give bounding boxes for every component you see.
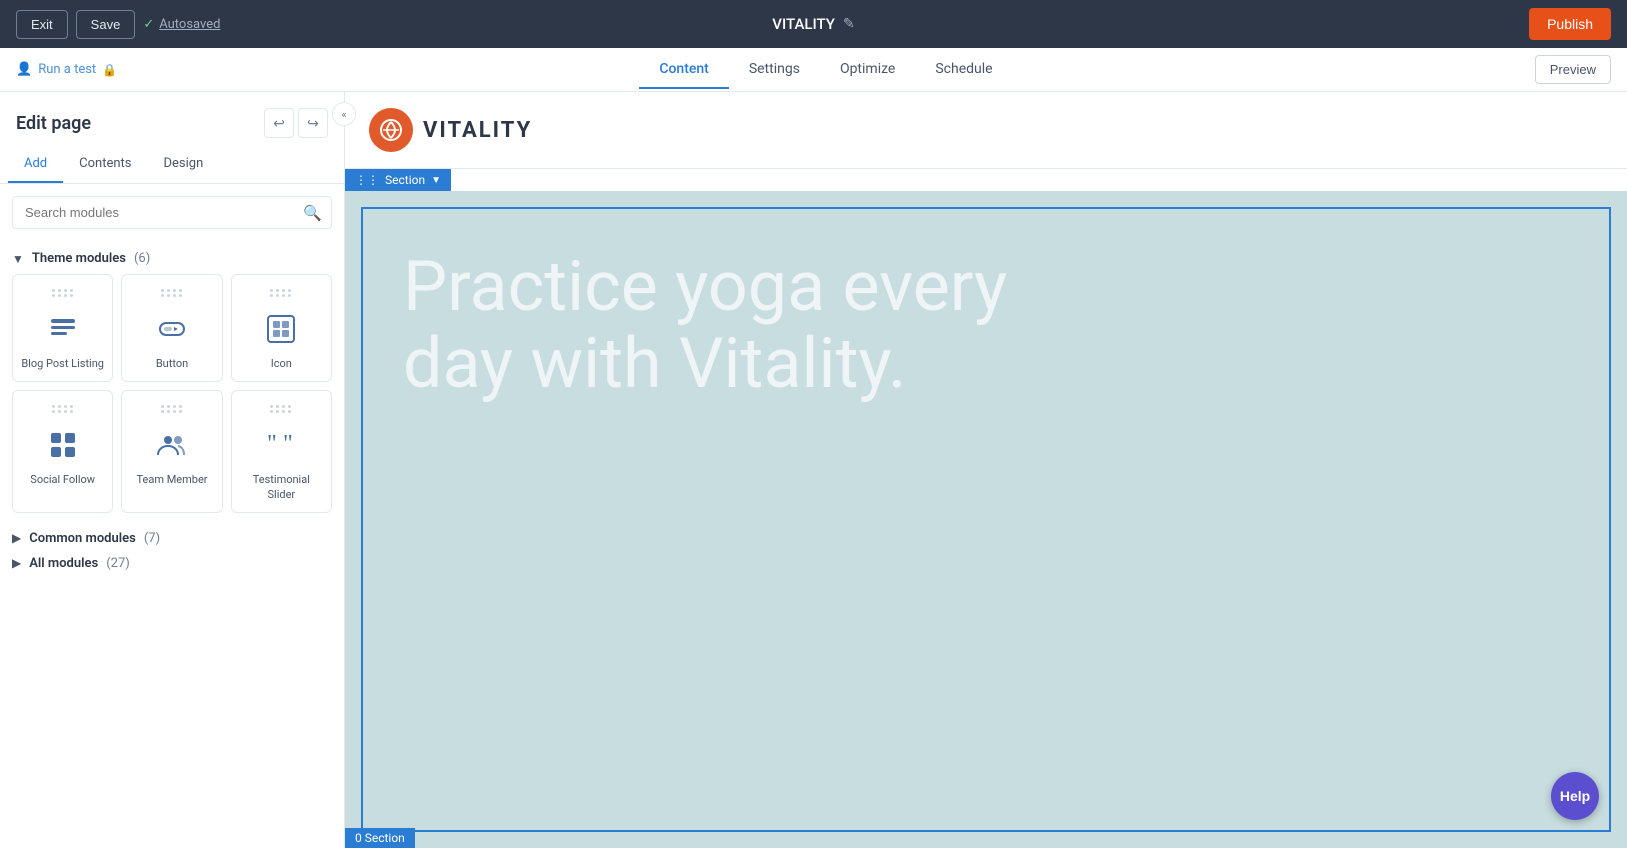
module-icon[interactable]: Icon: [231, 274, 332, 382]
drag-handle-team: [161, 405, 183, 413]
canvas-area: VITALITY ⋮⋮ Section ▼ Practice yoga ever…: [345, 92, 1627, 848]
search-input[interactable]: [12, 196, 332, 229]
run-test-area[interactable]: 👤 Run a test 🔒: [16, 62, 117, 77]
social-follow-icon: [43, 425, 83, 465]
module-icon-label: Icon: [271, 357, 292, 371]
save-button[interactable]: Save: [76, 10, 136, 39]
section-count-label: 0 Section: [345, 828, 415, 848]
lock-icon: 🔒: [102, 63, 117, 77]
panel-title: Edit page: [16, 113, 91, 134]
left-panel: « Edit page ↩ ↪ Add Contents Design 🔍 ▼ …: [0, 92, 345, 848]
panel-tab-add[interactable]: Add: [8, 146, 63, 183]
logo-circle: [369, 108, 413, 152]
drag-handle-social: [52, 405, 74, 413]
common-modules-header[interactable]: ▶ Common modules (7): [12, 525, 332, 550]
module-social-follow-label: Social Follow: [30, 473, 95, 487]
tab-schedule[interactable]: Schedule: [915, 51, 1012, 89]
undo-button[interactable]: ↩: [264, 108, 294, 138]
module-social-follow[interactable]: Social Follow: [12, 390, 113, 513]
top-bar: Exit Save ✓ Autosaved VITALITY ✎ Publish: [0, 0, 1627, 48]
common-modules-chevron: ▶: [12, 531, 21, 545]
drag-handle-icon: [270, 289, 292, 297]
module-button-label: Button: [156, 357, 188, 371]
section-dropdown-arrow[interactable]: ▼: [431, 175, 441, 186]
modules-area: ▼ Theme modules (6): [0, 237, 344, 848]
blog-post-listing-icon: [43, 309, 83, 349]
button-icon: [152, 309, 192, 349]
theme-modules-title: Theme modules: [32, 251, 126, 266]
team-member-icon: [152, 425, 192, 465]
section-count-wrapper: 0 Section: [345, 827, 415, 848]
module-testimonial-slider[interactable]: " " Testimonial Slider: [231, 390, 332, 513]
drag-handle-button: [161, 289, 183, 297]
icon-module-icon: [261, 309, 301, 349]
canvas-inner: VITALITY ⋮⋮ Section ▼ Practice yoga ever…: [345, 92, 1627, 848]
autosaved-indicator: ✓ Autosaved: [143, 17, 220, 32]
all-modules-header[interactable]: ▶ All modules (27): [12, 550, 332, 575]
all-modules-count: (27): [106, 556, 130, 571]
panel-actions: ↩ ↪: [264, 108, 328, 138]
top-bar-right: Publish: [1529, 8, 1611, 40]
module-team-member[interactable]: Team Member: [121, 390, 222, 513]
autosaved-link[interactable]: Autosaved: [159, 17, 220, 32]
module-team-member-label: Team Member: [136, 473, 207, 487]
help-button[interactable]: Help: [1551, 772, 1599, 820]
svg-text:": ": [267, 431, 277, 457]
hero-section: Practice yoga every day with Vitality. 0…: [345, 191, 1627, 848]
redo-button[interactable]: ↪: [298, 108, 328, 138]
search-area: 🔍: [0, 184, 344, 237]
all-modules-title: All modules: [29, 556, 98, 571]
module-blog-post-listing[interactable]: Blog Post Listing: [12, 274, 113, 382]
edit-icon[interactable]: ✎: [843, 16, 855, 32]
all-modules-chevron: ▶: [12, 556, 21, 570]
page-title-area: VITALITY ✎: [772, 15, 854, 33]
section-label: Section: [385, 173, 425, 187]
testimonial-slider-icon: " ": [261, 425, 301, 465]
logo-bar: VITALITY: [345, 92, 1627, 169]
top-bar-center: VITALITY ✎: [772, 15, 854, 33]
tab-content[interactable]: Content: [639, 51, 729, 89]
tab-settings[interactable]: Settings: [729, 51, 820, 89]
common-modules-title: Common modules: [29, 531, 136, 546]
collapse-panel-button[interactable]: «: [332, 102, 356, 126]
run-test-label[interactable]: Run a test: [38, 62, 96, 77]
publish-button[interactable]: Publish: [1529, 8, 1611, 40]
tab-optimize[interactable]: Optimize: [820, 51, 915, 89]
theme-modules-arrow: ▼: [12, 252, 24, 266]
drag-handle-testimonial: [270, 405, 292, 413]
exit-button[interactable]: Exit: [16, 10, 68, 39]
nav-tabs: Content Settings Optimize Schedule: [639, 51, 1012, 89]
panel-tab-contents[interactable]: Contents: [63, 146, 147, 183]
svg-text:": ": [283, 431, 293, 457]
panel-header: Edit page ↩ ↪: [0, 92, 344, 146]
main-layout: « Edit page ↩ ↪ Add Contents Design 🔍 ▼ …: [0, 92, 1627, 848]
theme-modules-count: (6): [134, 251, 150, 266]
modules-grid: Blog Post Listing But: [12, 274, 332, 513]
page-title: VITALITY: [772, 15, 835, 33]
panel-tab-design[interactable]: Design: [148, 146, 220, 183]
preview-button[interactable]: Preview: [1535, 55, 1611, 84]
drag-handle-blog: [52, 289, 74, 297]
panel-tabs-row: Add Contents Design: [0, 146, 344, 184]
sub-bar-right: Preview: [1535, 55, 1611, 84]
module-blog-post-listing-label: Blog Post Listing: [21, 357, 104, 371]
sub-bar: 👤 Run a test 🔒 Content Settings Optimize…: [0, 48, 1627, 92]
theme-modules-header[interactable]: ▼ Theme modules (6): [12, 245, 332, 274]
module-button[interactable]: Button: [121, 274, 222, 382]
module-testimonial-slider-label: Testimonial Slider: [240, 473, 323, 502]
search-icon[interactable]: 🔍: [303, 204, 322, 222]
search-wrapper: 🔍: [12, 196, 332, 229]
check-icon: ✓: [143, 17, 154, 32]
hero-text: Practice yoga every day with Vitality.: [403, 249, 1103, 403]
common-modules-count: (7): [144, 531, 160, 546]
section-toolbar[interactable]: ⋮⋮ Section ▼: [345, 169, 451, 191]
top-bar-left: Exit Save ✓ Autosaved: [16, 10, 220, 39]
logo-text: VITALITY: [423, 118, 532, 143]
section-toolbar-wrapper: ⋮⋮ Section ▼: [345, 169, 1627, 191]
user-icon: 👤: [16, 62, 32, 77]
section-grid-icon: ⋮⋮: [355, 173, 379, 187]
hero-selected-box[interactable]: Practice yoga every day with Vitality.: [361, 207, 1611, 832]
